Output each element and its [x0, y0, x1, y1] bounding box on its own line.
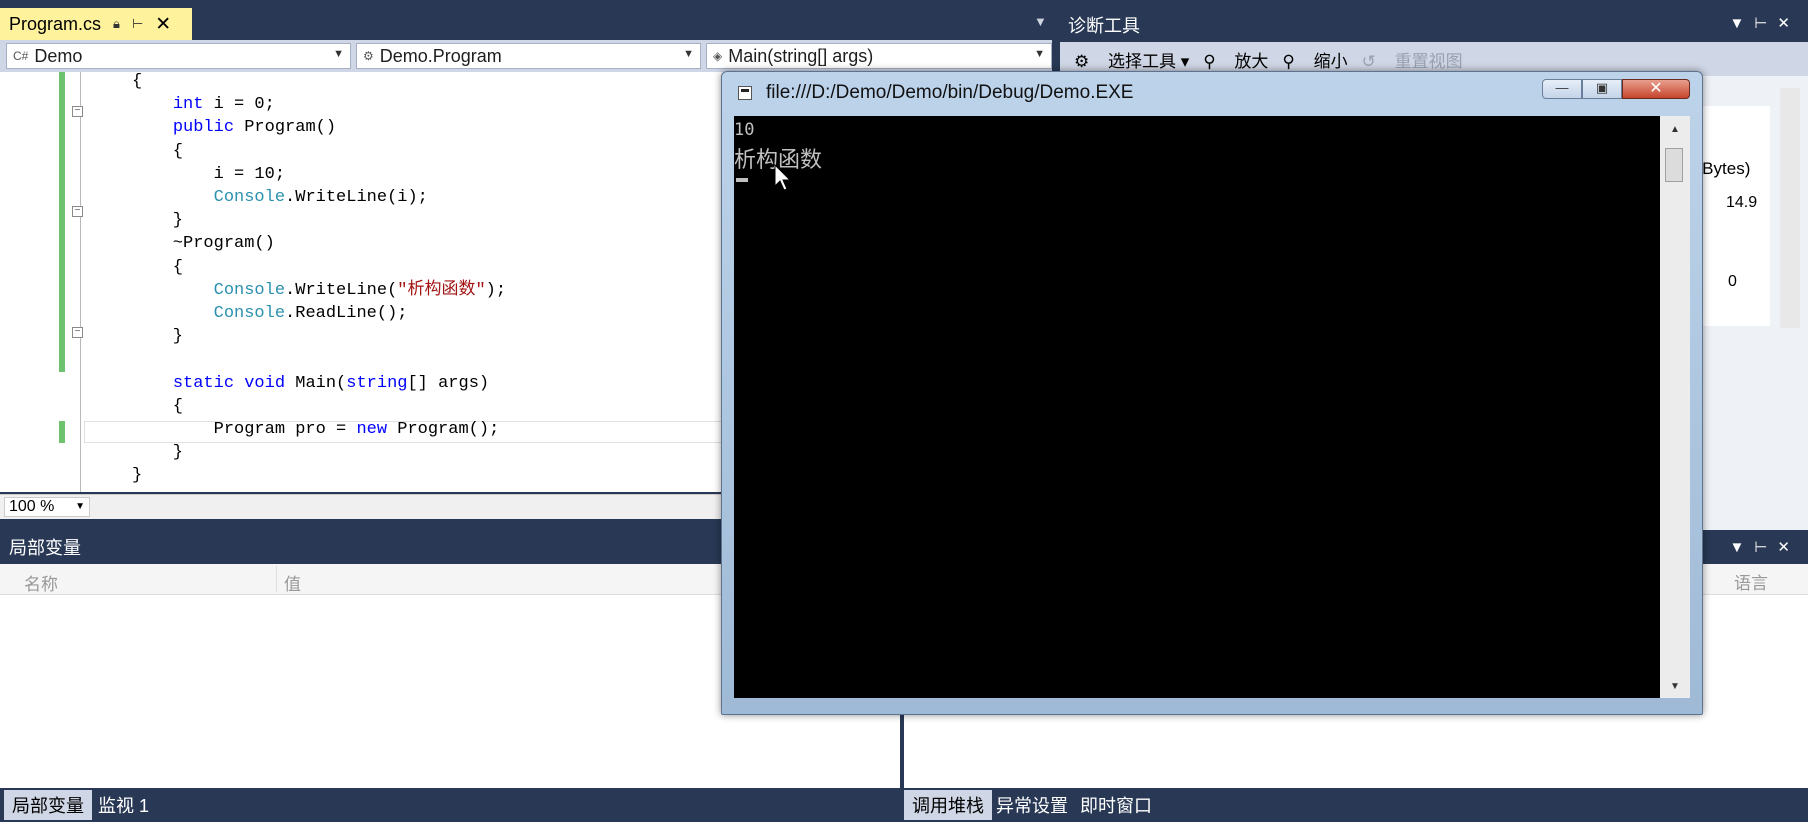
collapse-icon[interactable]: −: [72, 327, 83, 338]
code-line[interactable]: {: [132, 395, 183, 418]
code-line[interactable]: i = 10;: [132, 163, 285, 186]
project-combo[interactable]: C# Demo ▼: [6, 43, 351, 69]
member-combo-value: Main(string[] args): [728, 45, 874, 66]
mouse-pointer-icon: [774, 164, 792, 191]
collapse-icon[interactable]: −: [72, 206, 83, 217]
diagnostics-title: 诊断工具: [1068, 16, 1140, 36]
project-combo-value: Demo: [34, 45, 83, 66]
minimize-button[interactable]: —: [1542, 79, 1582, 99]
code-line[interactable]: public Program(): [132, 116, 336, 139]
tab-label: Program.cs: [9, 13, 102, 34]
tab-watch-1[interactable]: 监视 1: [90, 790, 157, 820]
editor-tab-strip: Program.cs 🔒︎ ⊢ ✕ ▼: [0, 0, 1050, 40]
code-line[interactable]: }: [132, 464, 142, 487]
chevron-down-icon: ▼: [683, 48, 694, 60]
reset-view-button[interactable]: ↺ 重置视图: [1362, 47, 1463, 72]
column-separator[interactable]: [276, 566, 277, 592]
csharp-project-icon: C#: [13, 49, 29, 63]
tab-exception-settings[interactable]: 异常设置: [988, 790, 1076, 820]
scroll-up-icon[interactable]: ▲: [1660, 124, 1690, 135]
code-line[interactable]: Console.ReadLine();: [132, 302, 408, 325]
editor-margin: [0, 72, 58, 492]
code-line[interactable]: {: [132, 70, 142, 93]
console-output-line: 10: [734, 120, 755, 140]
class-icon: ⚙: [363, 49, 374, 63]
column-value[interactable]: 值: [284, 570, 301, 595]
close-icon[interactable]: ✕: [155, 13, 171, 36]
tab-list-dropdown-icon[interactable]: ▼: [1034, 14, 1047, 29]
console-app-icon[interactable]: [738, 86, 752, 100]
member-combo[interactable]: ◈ Main(string[] args) ▼: [706, 43, 1052, 69]
code-line[interactable]: static void Main(string[] args): [132, 372, 489, 395]
code-line[interactable]: Console.WriteLine("析构函数");: [132, 279, 506, 302]
scroll-down-icon[interactable]: ▼: [1660, 681, 1690, 692]
scrollbar-thumb[interactable]: [1665, 148, 1683, 182]
code-line[interactable]: }: [132, 209, 183, 232]
method-icon: ◈: [713, 49, 723, 63]
code-line[interactable]: int i = 0;: [132, 93, 275, 116]
zoom-out-button[interactable]: ⚲ 缩小: [1282, 47, 1347, 72]
select-tool-button[interactable]: ⚙ 选择工具 ▾: [1074, 47, 1189, 72]
column-name[interactable]: 名称: [24, 570, 58, 595]
locals-title: 局部变量: [9, 538, 81, 558]
console-scrollbar[interactable]: ▲ ▼: [1660, 116, 1690, 698]
code-line[interactable]: Program pro = new Program();: [132, 418, 500, 441]
tab-call-stack[interactable]: 调用堆栈: [904, 790, 992, 820]
chevron-down-icon: ▼: [75, 501, 85, 512]
pin-icon[interactable]: ⊢: [132, 16, 143, 32]
code-line[interactable]: }: [132, 441, 183, 464]
collapse-icon[interactable]: −: [72, 106, 83, 117]
tab-label: 监视 1: [98, 796, 150, 816]
console-output[interactable]: 10 析构函数: [734, 116, 1660, 698]
panel-buttons[interactable]: ▼⊢✕: [1730, 14, 1800, 32]
maximize-button[interactable]: ▣: [1582, 79, 1622, 99]
console-window[interactable]: file:///D:/Demo/Demo/bin/Debug/Demo.EXE …: [721, 71, 1703, 715]
code-line[interactable]: {: [132, 140, 183, 163]
zoom-in-button[interactable]: ⚲ 放大: [1203, 47, 1268, 72]
memory-value: 0: [1728, 273, 1737, 290]
diagnostics-scrollbar[interactable]: [1780, 88, 1800, 328]
close-button[interactable]: ✕: [1622, 79, 1690, 99]
chevron-down-icon: ▼: [1034, 48, 1045, 60]
tab-program-cs[interactable]: Program.cs 🔒︎ ⊢ ✕: [0, 8, 192, 40]
navigation-bar: C# Demo ▼ ⚙ Demo.Program ▼ ◈ Main(string…: [0, 40, 1052, 72]
diagnostics-title-bar: 诊断工具 ▼⊢✕: [1060, 8, 1808, 42]
console-title: file:///D:/Demo/Demo/bin/Debug/Demo.EXE: [766, 82, 1134, 103]
text-cursor: [736, 178, 748, 182]
lock-icon: 🔒︎: [113, 16, 120, 31]
memory-value: 14.9: [1726, 194, 1758, 211]
tab-label: 调用堆栈: [912, 796, 984, 816]
tab-immediate-window[interactable]: 即时窗口: [1072, 790, 1160, 820]
tab-locals[interactable]: 局部变量: [4, 790, 92, 820]
code-line[interactable]: Console.WriteLine(i);: [132, 186, 428, 209]
tab-label: 异常设置: [996, 796, 1068, 816]
change-marker: [59, 421, 65, 443]
class-combo[interactable]: ⚙ Demo.Program ▼: [356, 43, 701, 69]
tab-label: 局部变量: [12, 796, 84, 816]
chevron-down-icon: ▼: [333, 48, 344, 60]
column-language[interactable]: 语言: [1734, 569, 1768, 594]
zoom-combo[interactable]: 100 % ▼: [4, 497, 90, 517]
tab-label: 即时窗口: [1080, 796, 1152, 816]
change-marker: [59, 72, 65, 372]
code-line[interactable]: {: [132, 256, 183, 279]
code-line[interactable]: }: [132, 325, 183, 348]
zoom-value: 100 %: [9, 498, 55, 515]
outline-guide: [80, 72, 81, 492]
code-line[interactable]: ~Program(): [132, 232, 275, 255]
panel-buttons[interactable]: ▼⊢✕: [1730, 538, 1800, 556]
class-combo-value: Demo.Program: [379, 45, 502, 66]
